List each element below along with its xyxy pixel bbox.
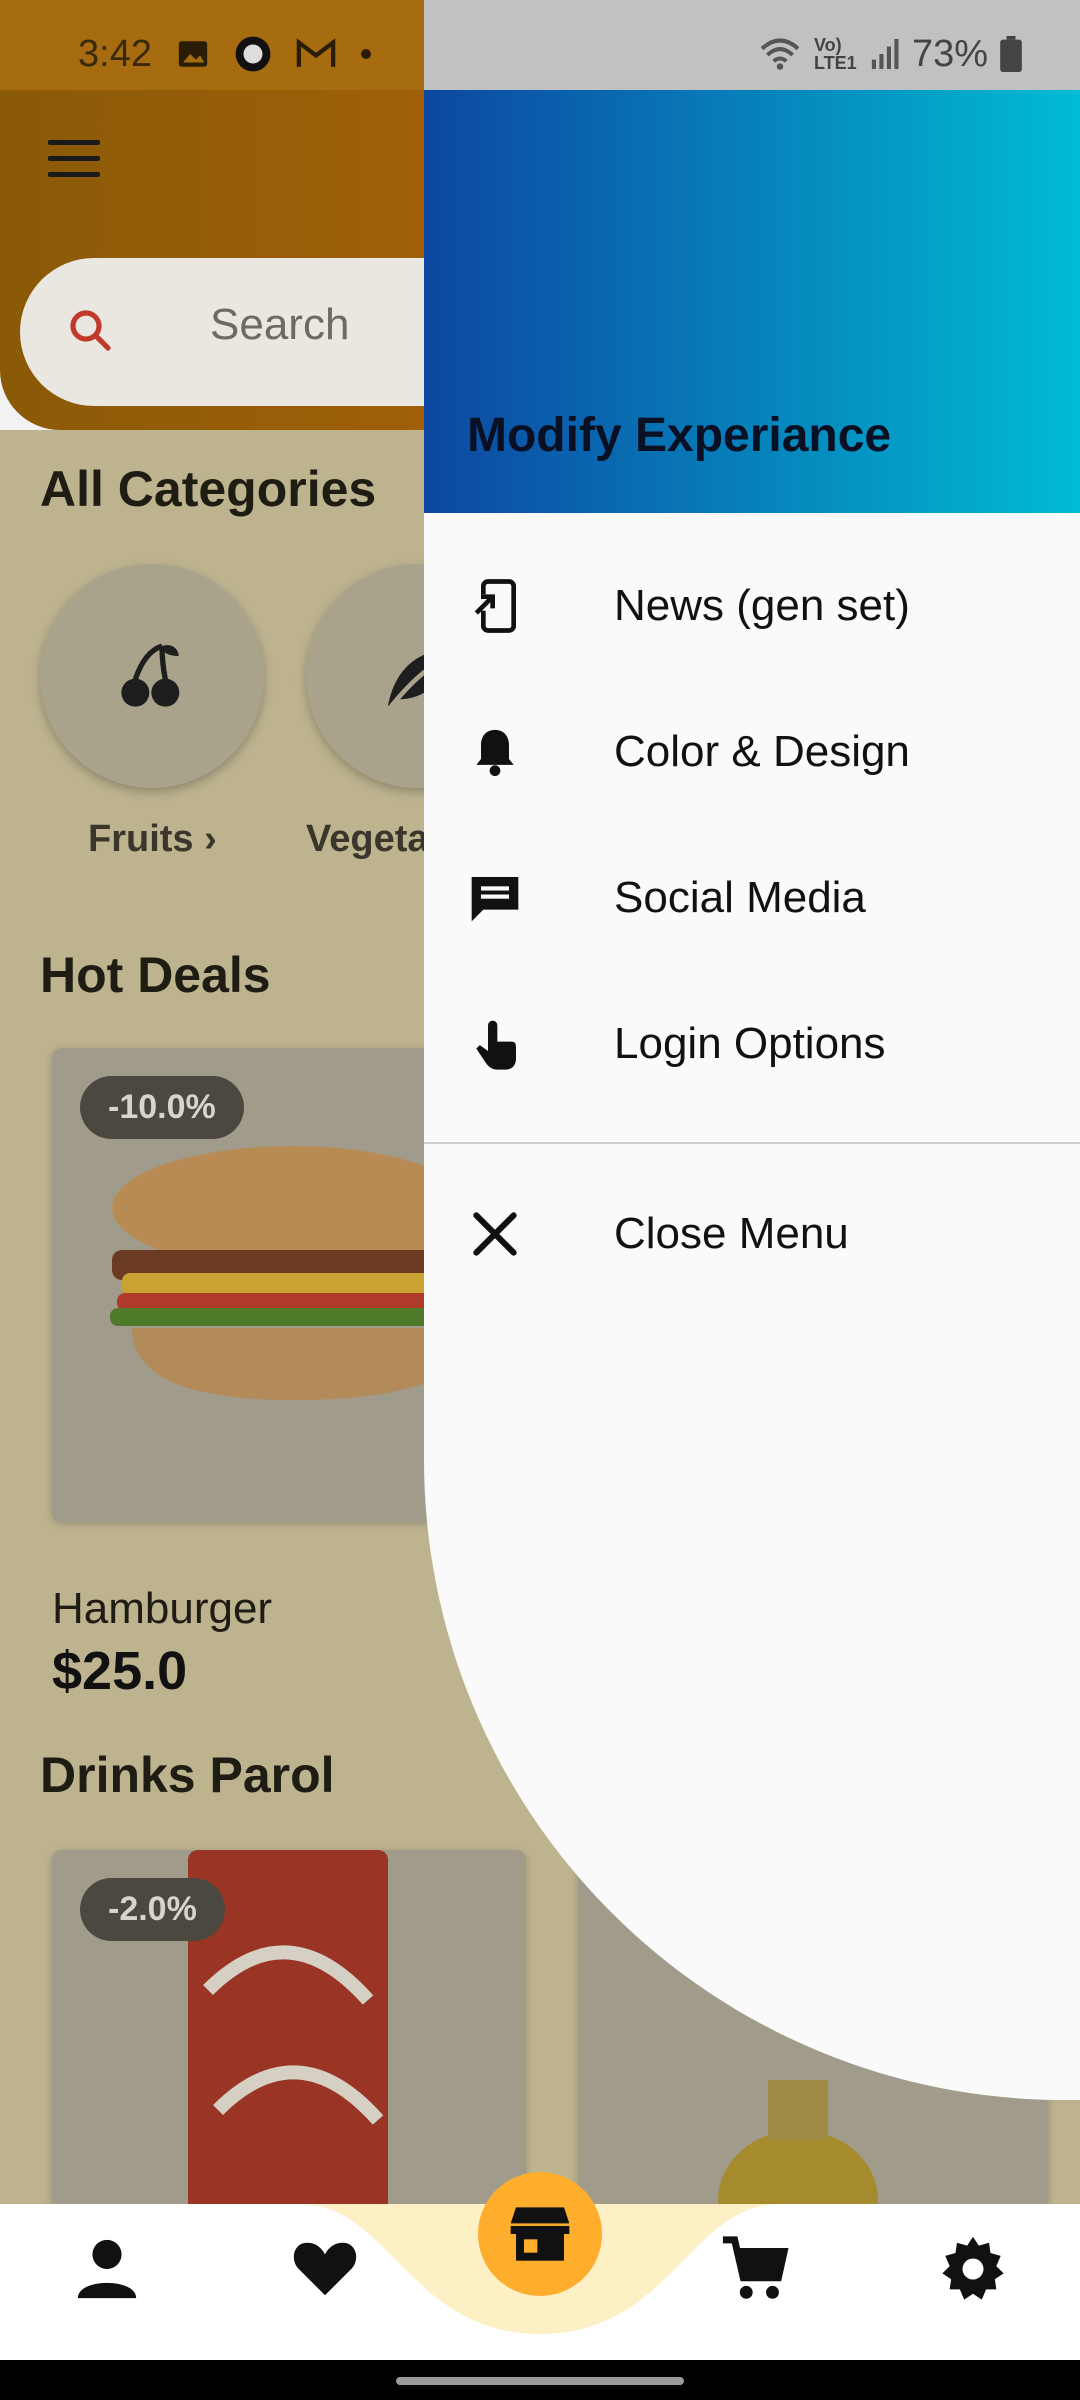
drink-discount-badge: -2.0% xyxy=(80,1878,225,1941)
categories-title: All Categories xyxy=(40,461,377,517)
drawer-item-close-menu[interactable]: Close Menu xyxy=(424,1161,1080,1307)
gmail-notification-icon xyxy=(296,38,336,67)
category-label-vegetables: Vegeta xyxy=(306,818,429,860)
home-gesture-pill[interactable] xyxy=(396,2377,684,2385)
hamburger-menu-icon[interactable] xyxy=(48,140,100,180)
store-icon xyxy=(510,2207,570,2261)
drinks-title: Drinks Parol xyxy=(40,1747,335,1803)
drawer-item-label: Color & Design xyxy=(614,727,910,776)
drawer-divider xyxy=(424,1142,1080,1144)
product-price: $25.0 xyxy=(52,1641,188,1701)
product-name: Hamburger xyxy=(52,1584,273,1633)
person-icon[interactable] xyxy=(72,2234,142,2304)
navigation-drawer: Modify Experiance News (gen set) Color &… xyxy=(424,90,1080,2100)
cart-icon[interactable] xyxy=(720,2234,790,2304)
close-icon xyxy=(473,1212,517,1256)
store-button[interactable] xyxy=(478,2172,602,2296)
drawer-item-label: News (gen set) xyxy=(614,581,910,630)
drawer-item-login-options[interactable]: Login Options xyxy=(424,971,1080,1117)
discount-badge: -10.0% xyxy=(80,1076,244,1139)
app-notification-icon xyxy=(235,36,271,72)
network-type: Vo) LTE1 xyxy=(813,35,857,73)
category-label-fruits: Fruits › xyxy=(88,818,217,860)
signal-icon xyxy=(871,39,899,69)
gallery-notification-icon xyxy=(178,41,208,67)
drawer-item-label: Login Options xyxy=(614,1019,886,1068)
drawer-header: Modify Experiance xyxy=(424,90,1080,513)
phone-arrow-icon xyxy=(474,579,516,633)
search-placeholder: Search xyxy=(210,300,350,349)
drawer-item-social-media[interactable]: Social Media xyxy=(424,825,1080,971)
bell-icon xyxy=(476,729,514,777)
gear-icon[interactable] xyxy=(938,2234,1008,2304)
category-fruits[interactable] xyxy=(40,564,264,788)
battery-icon xyxy=(1000,36,1022,72)
drawer-title: Modify Experiance xyxy=(467,409,892,462)
wifi-icon xyxy=(760,38,800,70)
drawer-item-label: Close Menu xyxy=(614,1209,849,1258)
chat-icon xyxy=(471,877,519,922)
battery-percent: 73% xyxy=(911,32,988,75)
status-left: 3:42 xyxy=(78,30,372,78)
drawer-item-news[interactable]: News (gen set) xyxy=(424,533,1080,679)
drawer-item-color-design[interactable]: Color & Design xyxy=(424,679,1080,825)
heart-icon[interactable] xyxy=(290,2234,360,2304)
status-right: Vo) LTE1 73% xyxy=(758,26,1022,82)
touch-icon xyxy=(476,1020,516,1070)
dot-icon xyxy=(360,49,371,59)
drawer-item-label: Social Media xyxy=(614,873,866,922)
hot-deals-title: Hot Deals xyxy=(40,947,271,1003)
cherry-icon xyxy=(121,643,180,707)
status-time: 3:42 xyxy=(78,32,152,75)
search-icon xyxy=(70,310,111,351)
